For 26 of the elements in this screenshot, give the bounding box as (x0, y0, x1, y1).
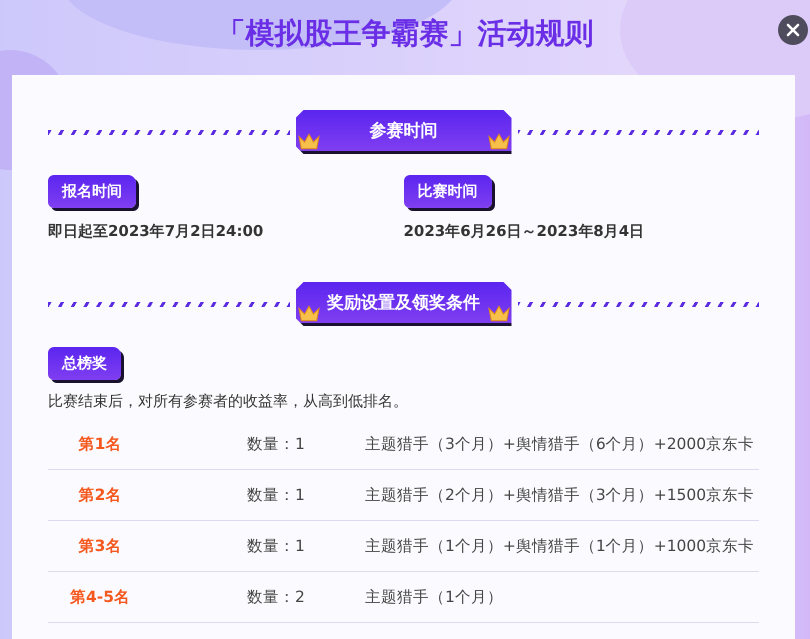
label-tag: 报名时间 (48, 175, 136, 208)
close-icon (786, 23, 800, 37)
date-text: 2023年6月26日～2023年8月4日 (404, 222, 646, 241)
description-text: 比赛结束后，对所有参赛者的收益率，从高到低排名。 (48, 392, 409, 411)
quantity-cell-text: 数量：1 (247, 434, 306, 454)
prize-cell: 主题猎手（2个月）+舆情猎手（3个月）+1500京东卡 (365, 484, 754, 506)
quantity-cell-text: 数量：1 (247, 536, 306, 556)
prize-cell: 主题猎手（1个月） (365, 586, 503, 608)
label-tag: 总榜奖 (48, 347, 121, 380)
section-banner: 参赛时间 (296, 110, 512, 154)
prize-cell: 主题猎手（1个月）+舆情猎手（1个月）+1000京东卡 (365, 536, 754, 556)
date-text: 即日起至2023年7月2日24:00 (48, 222, 264, 241)
page-title: 「模拟股王争霸赛」活动规则 (216, 15, 594, 52)
section-banner: 奖励设置及领奖条件 (296, 282, 512, 326)
crown-icon (298, 304, 320, 322)
quantity-cell-text: 数量：1 (247, 484, 306, 506)
label-tag: 比赛时间 (404, 175, 492, 208)
rank-cell-text: 第4-5名 (68, 586, 131, 608)
crown-icon (298, 132, 320, 150)
prize-cell: 主题猎手（3个月）+舆情猎手（6个月）+2000京东卡 (365, 434, 754, 454)
rank-cell-text: 第1名 (78, 434, 122, 454)
crown-icon (488, 304, 510, 322)
rank-cell-text: 第2名 (78, 484, 122, 506)
crown-icon (488, 132, 510, 150)
rank-cell-text: 第3名 (78, 536, 122, 556)
quantity-cell-text: 数量：2 (247, 586, 306, 608)
